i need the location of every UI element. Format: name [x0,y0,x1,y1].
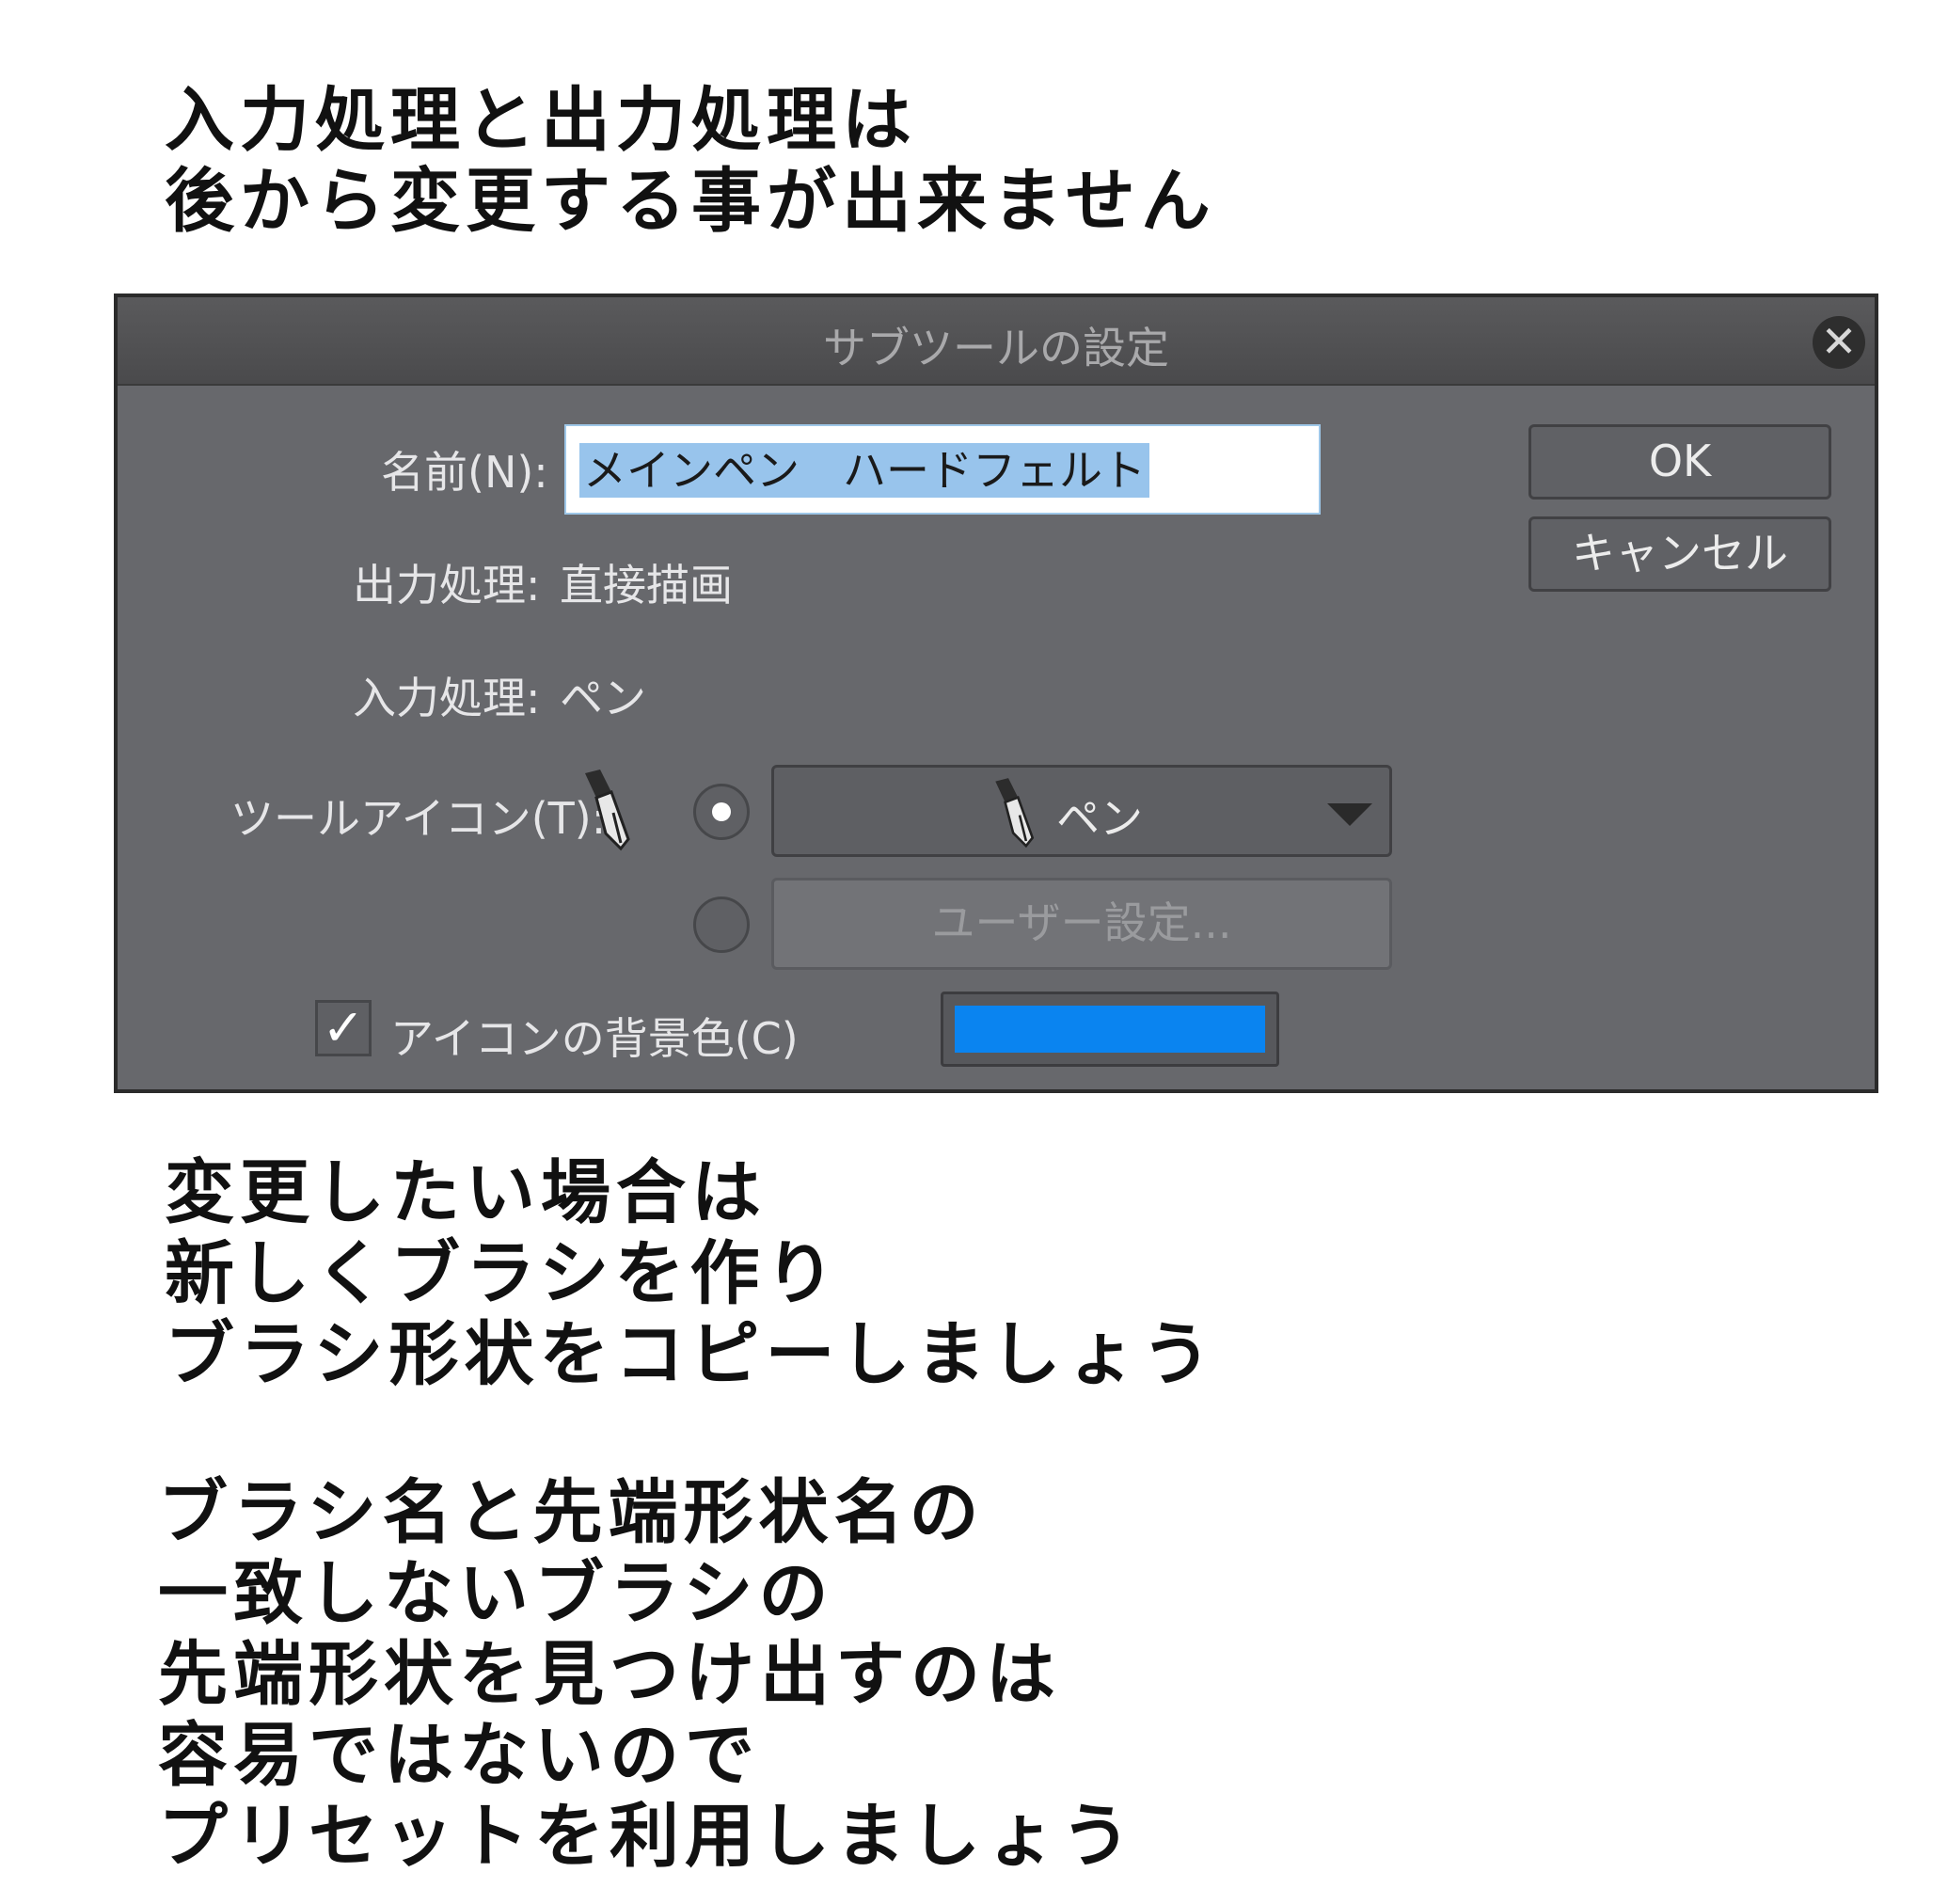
output-process-label: 出力処理: [353,560,541,611]
caption-line: 先端形状を見つけ出すのは [158,1634,1061,1715]
icon-bg-color-button[interactable] [941,992,1279,1067]
subtool-settings-dialog: サブツールの設定 ✕ 名前(N): メインペン ハードフェルト OK キャンセル… [114,294,1878,1093]
pen-nib-icon [995,778,1035,849]
caption-line: ブラシ名と先端形状名の [158,1472,985,1553]
dialog-titlebar[interactable]: サブツールの設定 ✕ [118,297,1875,386]
output-process-value: 直接描画 [560,560,733,611]
caption-top: 入力処理と出力処理は 後から変更する事が出来ません [165,80,1216,242]
icon-bg-label: アイコンの背景色(C) [390,1013,799,1064]
user-setting-button[interactable]: ユーザー設定... [771,878,1392,970]
caption-bottom: ブラシ名と先端形状名の 一致しないブラシの 先端形状を見つけ出すのは 容易ではな… [158,1472,1136,1877]
caption-line: プリセットを利用しましょう [158,1796,1136,1877]
pen-nib-icon [585,770,630,851]
input-process-value: ペン [560,673,646,723]
caption-line: 一致しないブラシの [158,1553,834,1634]
dropdown-selected-value: ペン [1056,793,1143,844]
preset-icon-radio[interactable] [693,784,750,840]
caption-line: 容易ではないので [158,1715,760,1796]
ok-button[interactable]: OK [1528,424,1831,500]
input-process-label: 入力処理: [353,673,541,723]
cancel-button[interactable]: キャンセル [1528,516,1831,592]
caption-line: 変更したい場合は [165,1152,767,1233]
name-field-selected-text: メインペン ハードフェルト [579,443,1149,498]
icon-preset-dropdown[interactable]: ペン [771,765,1392,857]
caption-line: 入力処理と出力処理は [165,80,917,161]
caption-line: 新しくブラシを作り [165,1233,841,1314]
name-field[interactable]: メインペン ハードフェルト [564,424,1321,515]
caption-line: ブラシ形状をコピーしましょう [165,1314,1217,1395]
caption-line: 後から変更する事が出来ません [165,161,1216,242]
caption-middle: 変更したい場合は 新しくブラシを作り ブラシ形状をコピーしましょう [165,1152,1217,1395]
dropdown-arrow-icon [1327,803,1372,826]
tool-icon-label: ツールアイコン(T): [230,793,607,844]
checkmark-icon: ✓ [322,998,365,1057]
dialog-title: サブツールの設定 [823,323,1169,373]
icon-bg-checkbox[interactable]: ✓ [315,1000,372,1056]
radio-selected-dot [712,802,731,821]
close-icon[interactable]: ✕ [1813,316,1865,369]
name-label: 名前(N): [381,447,548,498]
user-icon-radio[interactable] [693,896,750,953]
icon-bg-color-swatch [955,1006,1265,1053]
